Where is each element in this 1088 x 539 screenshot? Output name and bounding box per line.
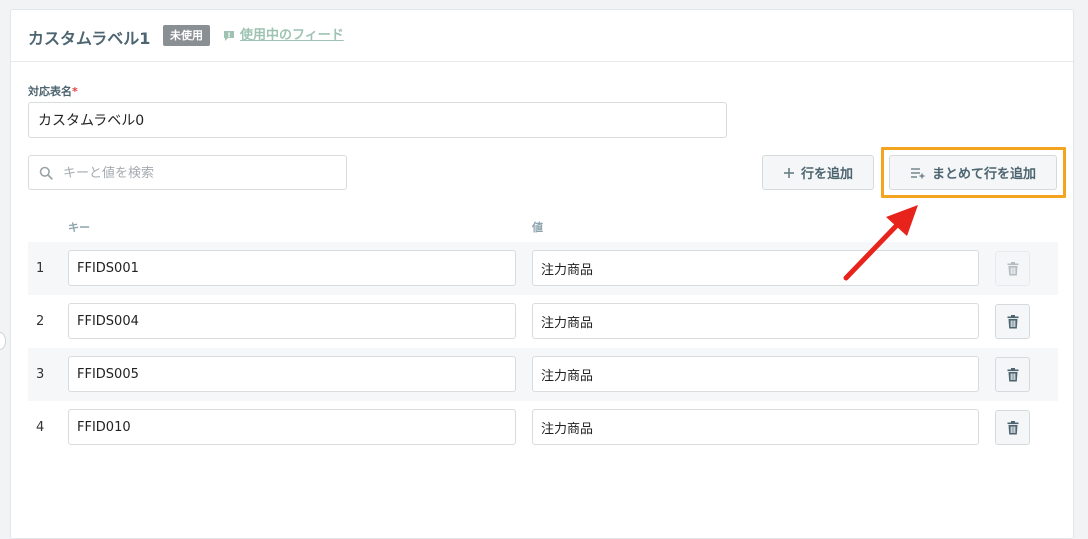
row-number: 3 (36, 367, 45, 382)
required-mark: * (72, 85, 78, 98)
delete-row-button[interactable] (995, 410, 1030, 445)
row-number: 4 (36, 420, 45, 435)
trash-icon (1007, 261, 1018, 275)
search-box (28, 155, 347, 191)
custom-label-card: カスタムラベル1 未使用 使用中のフィード 対応表名* 行を追加 (10, 9, 1074, 539)
key-input[interactable] (68, 303, 516, 339)
delete-row-button[interactable] (995, 304, 1030, 339)
table-row: 4 (28, 401, 1058, 454)
key-input[interactable] (68, 250, 516, 286)
page-title: カスタムラベル1 (28, 29, 151, 48)
status-badge: 未使用 (163, 25, 210, 46)
add-row-label: 行を追加 (800, 167, 853, 182)
column-header-value: 値 (532, 221, 543, 234)
table-row: 2 (28, 295, 1058, 348)
table-row: 1 (28, 242, 1058, 295)
search-input[interactable] (61, 156, 345, 191)
delete-row-button[interactable] (995, 357, 1030, 392)
row-number: 2 (36, 314, 45, 329)
table-name-input[interactable] (28, 102, 727, 138)
feeds-in-use-label: 使用中のフィード (240, 28, 344, 43)
feeds-in-use-link[interactable]: 使用中のフィード (223, 26, 344, 46)
search-icon (39, 166, 53, 180)
value-input[interactable] (532, 303, 979, 339)
add-row-button[interactable]: 行を追加 (762, 155, 874, 190)
comment-icon (224, 31, 234, 41)
value-input[interactable] (532, 356, 979, 392)
value-input[interactable] (532, 250, 979, 286)
column-header-key: キー (68, 221, 90, 234)
trash-icon (1007, 314, 1018, 328)
row-number: 1 (36, 261, 45, 276)
trash-icon (1007, 367, 1018, 381)
key-input[interactable] (68, 356, 516, 392)
collapse-handle[interactable] (0, 332, 6, 350)
value-input[interactable] (532, 409, 979, 445)
table-name-label: 対応表名* (28, 83, 78, 99)
trash-icon (1007, 420, 1018, 434)
delete-row-button (995, 251, 1030, 286)
table-row: 3 (28, 348, 1058, 401)
key-input[interactable] (68, 409, 516, 445)
card-header: カスタムラベル1 未使用 使用中のフィード (11, 10, 1073, 62)
highlight-annotation (881, 147, 1066, 198)
plus-icon (783, 167, 794, 178)
table-name-label-text: 対応表名 (28, 85, 72, 98)
